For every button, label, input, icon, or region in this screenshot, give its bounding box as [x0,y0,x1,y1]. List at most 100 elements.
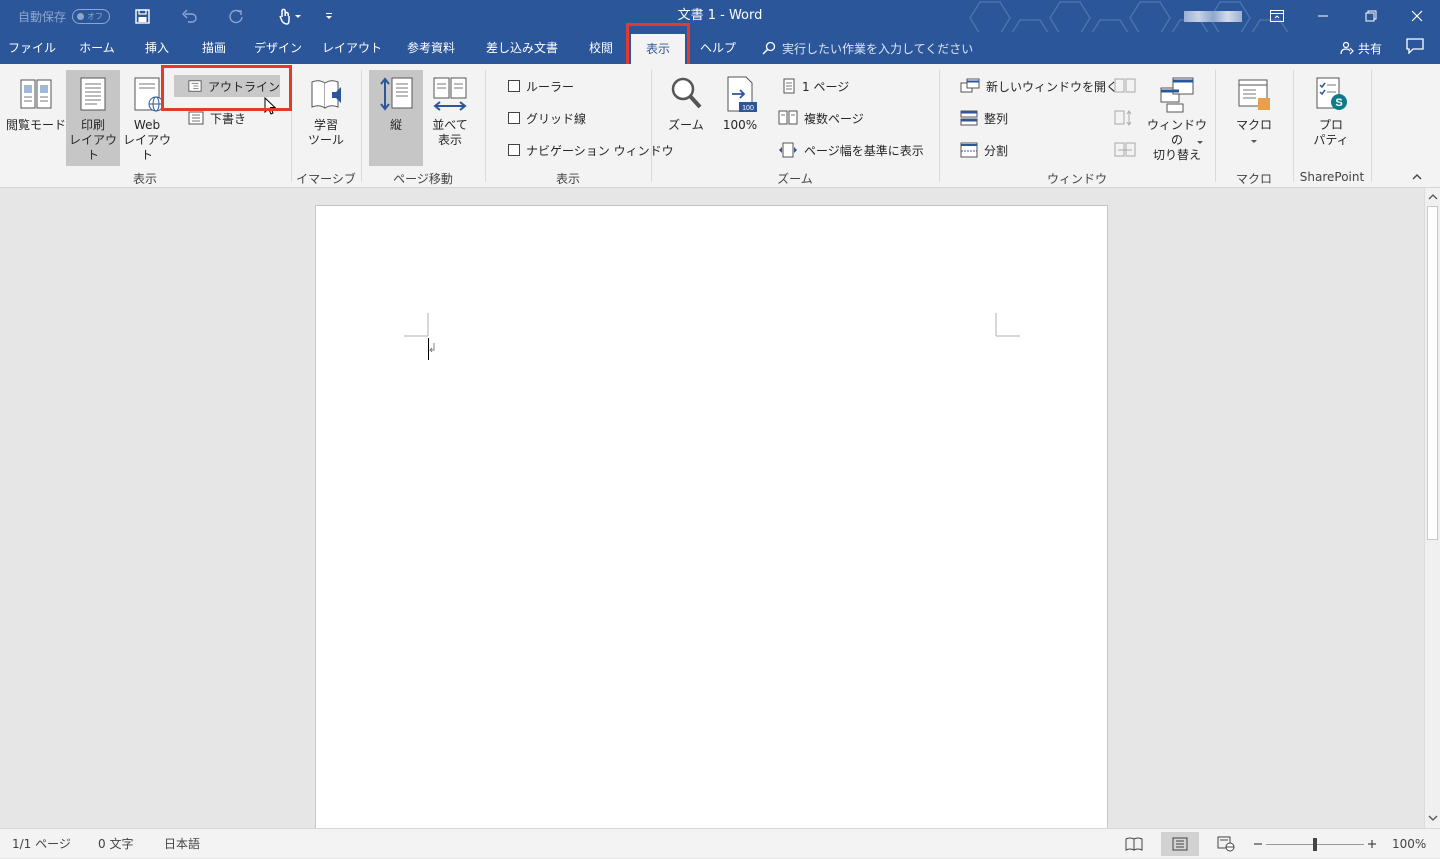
zoom-out-icon[interactable] [1252,837,1264,851]
tab-help[interactable]: ヘルプ [694,32,742,64]
svg-text:100: 100 [742,105,754,112]
split-button[interactable]: 分割 [960,139,1008,161]
arrange-all-button[interactable]: 整列 [960,107,1008,129]
web-layout-button[interactable]: Web レイアウト [120,70,174,166]
lightbulb-search-icon [762,41,776,55]
tab-review[interactable]: 校閲 [578,32,624,64]
share-label: 共有 [1358,41,1383,56]
tab-draw[interactable]: 描画 [190,32,238,64]
multiple-pages-icon [778,110,798,125]
page-width-label: ページ幅を基準に表示 [804,143,924,158]
learning-tools-button[interactable]: 学習 ツール [298,70,354,166]
print-layout-button[interactable]: 印刷 レイアウト [66,70,120,166]
tab-layout[interactable]: レイアウト [320,32,384,64]
read-mode-icon [20,79,52,109]
outline-icon [188,80,202,92]
tab-design[interactable]: デザイン [248,32,308,64]
print-layout-view-icon [1172,837,1188,851]
tab-home[interactable]: ホーム [66,32,128,64]
web-layout-view-icon [1217,836,1235,852]
group-separator [1215,70,1216,182]
tell-me-search[interactable]: 実行したい作業を入力してください [762,32,973,64]
learning-tools-label-2: ツール [307,133,344,147]
arrange-all-icon [960,110,978,126]
print-layout-label-1: 印刷 [80,118,105,132]
zoom-group-label: ズーム [777,172,813,186]
arrange-all-label: 整列 [984,111,1009,126]
synchronous-scrolling-icon[interactable] [1114,110,1136,126]
page-count[interactable]: 1/1 ページ [12,829,71,859]
zoom-100-button[interactable]: 100 100% [714,70,766,166]
show-group-label: 表示 [555,172,580,186]
account-name[interactable] [1184,11,1242,22]
language-indicator[interactable]: 日本語 [164,829,200,859]
ruler-checkbox[interactable]: ルーラー [508,75,574,97]
new-window-button[interactable]: 新しいウィンドウを開く [960,75,1118,97]
tab-view[interactable]: 表示 [631,34,685,64]
tab-references[interactable]: 参考資料 [398,32,464,64]
restore-icon [1365,10,1377,22]
collapse-ribbon-icon[interactable] [1410,170,1424,184]
side-by-side-icon [433,77,467,111]
side-by-side-label-2: 表示 [437,133,462,147]
vertical-scrollbar[interactable] [1424,188,1440,828]
comments-button[interactable] [1406,38,1428,58]
one-page-button[interactable]: 1 ページ [782,75,849,97]
draft-button[interactable]: 下書き [188,107,246,129]
share-icon [1340,41,1354,55]
document-page[interactable] [315,205,1108,845]
side-by-side-label-1: 並べて [432,118,468,132]
restore-button[interactable] [1348,0,1394,32]
properties-button[interactable]: S プロ パティ [1302,70,1360,166]
reading-mode-button[interactable]: 閲覧モード [6,70,66,166]
document-area[interactable] [0,188,1440,845]
scrollbar-thumb[interactable] [1427,206,1438,540]
tab-insert[interactable]: 挿入 [134,32,180,64]
ribbon-display-options-button[interactable] [1254,0,1300,32]
navigation-pane-checkbox[interactable]: ナビゲーション ウィンドウ [508,139,674,161]
page-width-button[interactable]: ページ幅を基準に表示 [778,139,924,161]
margin-marks [404,313,1020,337]
minimize-icon [1318,15,1328,17]
macros-label: マクロ [1235,118,1272,132]
zoom-in-icon[interactable] [1366,837,1378,851]
side-by-side-button[interactable]: 並べて 表示 [423,70,477,166]
draft-icon [188,111,204,125]
zoom-button[interactable]: ズーム [660,70,712,166]
group-separator [939,70,940,182]
multiple-pages-button[interactable]: 複数ページ [778,107,864,129]
draft-label: 下書き [210,111,247,126]
zoom-label: ズーム [668,118,704,132]
minimize-button[interactable] [1300,0,1346,32]
group-separator [1293,70,1294,182]
reset-window-position-icon[interactable] [1114,142,1136,158]
scroll-down-icon[interactable] [1426,812,1440,824]
read-mode-view-button[interactable] [1115,832,1153,856]
new-window-label: 新しいウィンドウを開く [986,79,1119,94]
macros-button[interactable]: マクロ [1226,70,1282,166]
web-layout-view-button[interactable] [1207,832,1245,856]
zoom-level[interactable]: 100% [1392,829,1426,859]
gridlines-checkbox[interactable]: グリッド線 [508,107,586,129]
scroll-up-icon[interactable] [1426,191,1440,203]
multiple-pages-label: 複数ページ [804,111,864,126]
status-bar: 1/1 ページ 0 文字 日本語 100% [0,828,1440,858]
zoom-slider-thumb[interactable] [1313,838,1317,851]
outline-button[interactable]: アウトライン [174,75,280,97]
properties-label-2: パティ [1313,133,1349,147]
zoom-100-icon: 100 [727,76,757,112]
switch-windows-button[interactable]: ウィンドウの 切り替え [1146,70,1208,166]
close-window-button[interactable] [1394,0,1440,32]
web-layout-label-2: レイアウト [122,133,171,162]
tab-mailings[interactable]: 差し込み文書 [478,32,566,64]
chevron-down-icon [1197,141,1203,144]
print-layout-view-button[interactable] [1161,832,1199,856]
view-side-by-side-icon[interactable] [1114,78,1136,94]
tab-file[interactable]: ファイル [4,32,60,64]
sharepoint-properties-icon: S [1316,77,1347,110]
word-count[interactable]: 0 文字 [98,829,133,859]
vertical-button[interactable]: 縦 [369,70,423,166]
title-bar: 自動保存 オフ 文書 1 - Word [0,0,1440,53]
share-button[interactable]: 共有 [1340,32,1382,64]
gridlines-checkbox-box [508,112,520,124]
